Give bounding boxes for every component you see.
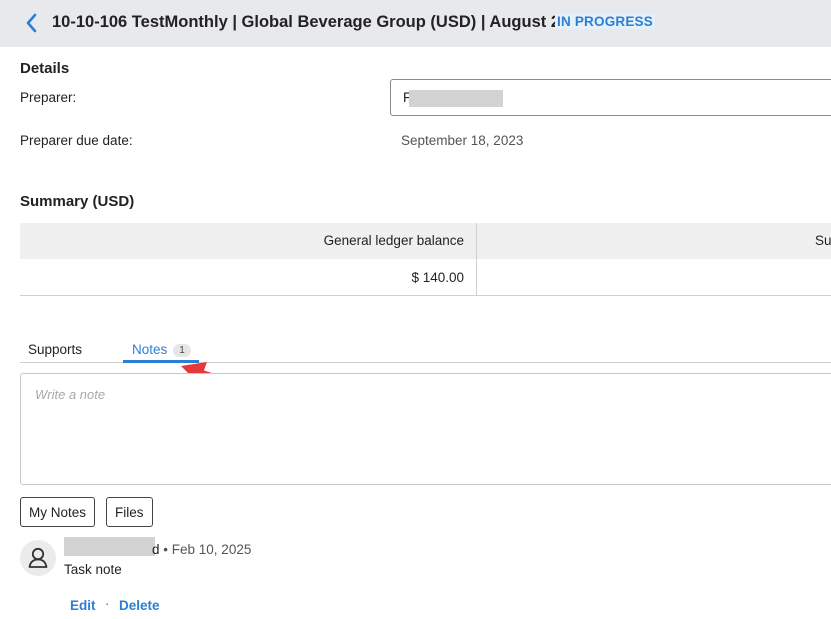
column-header-truncated: Su	[815, 233, 831, 248]
redacted-author-name	[64, 537, 155, 556]
action-separator: ·	[105, 596, 110, 611]
tab-notes[interactable]: Notes 1	[132, 342, 191, 357]
preparer-field[interactable]: F	[390, 79, 831, 116]
page-header: 10-10-106 TestMonthly | Global Beverage …	[0, 0, 831, 47]
column-divider	[476, 223, 477, 296]
user-icon	[28, 547, 48, 568]
due-date-value: September 18, 2023	[401, 133, 524, 148]
note-text: Task note	[64, 562, 122, 577]
summary-heading: Summary (USD)	[20, 193, 135, 210]
details-heading: Details	[20, 60, 70, 77]
back-button[interactable]	[22, 12, 42, 34]
column-header-gl-balance: General ledger balance	[323, 233, 464, 248]
status-badge: IN PROGRESS	[555, 14, 655, 29]
tab-supports[interactable]: Supports	[28, 342, 82, 357]
due-date-label: Preparer due date:	[20, 133, 133, 148]
edit-link[interactable]: Edit	[70, 598, 96, 613]
tab-supports-label: Supports	[28, 342, 83, 357]
tab-notes-label: Notes	[132, 342, 168, 357]
notes-count-badge: 1	[173, 344, 191, 357]
page-title: 10-10-106 TestMonthly | Global Beverage …	[52, 13, 588, 31]
note-meta: d • Feb 10, 2025	[152, 542, 251, 557]
redacted-preparer-name	[409, 90, 503, 107]
gl-balance-value: $ 140.00	[411, 270, 464, 285]
avatar	[20, 540, 56, 576]
note-date: Feb 10, 2025	[171, 542, 252, 557]
preparer-label: Preparer:	[20, 90, 77, 105]
chevron-left-icon	[26, 13, 37, 33]
note-author: d	[152, 542, 160, 557]
note-input[interactable]	[20, 373, 831, 485]
files-button[interactable]: Files	[106, 497, 153, 527]
meta-separator: •	[163, 542, 169, 557]
my-notes-button[interactable]: My Notes	[20, 497, 96, 527]
delete-link[interactable]: Delete	[119, 598, 160, 613]
